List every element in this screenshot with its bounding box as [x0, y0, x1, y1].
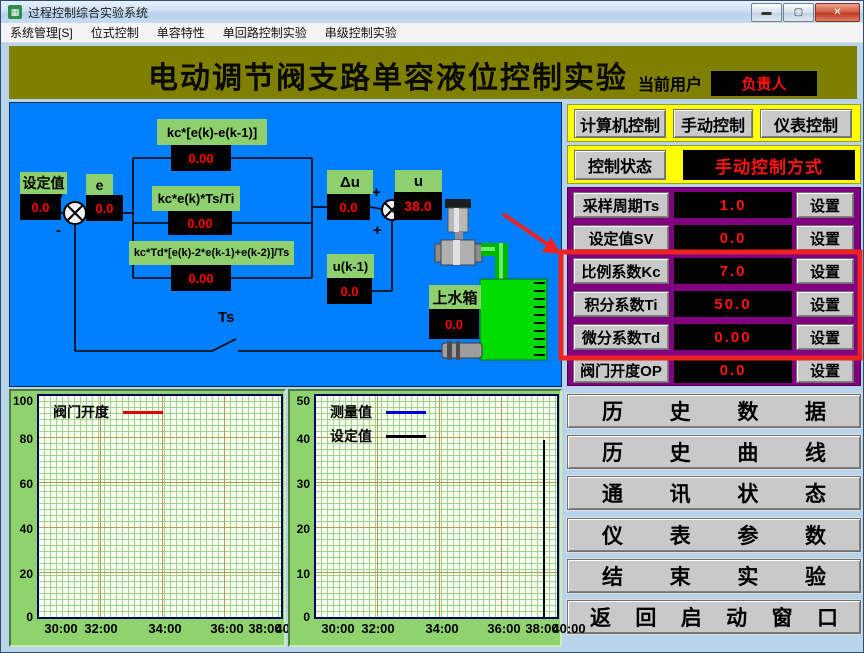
pid-block-label: kc*Td*[e(k)-2*e(k-1)+e(k-2)]/Ts	[129, 241, 294, 265]
pid-block-label: kc*e(k)*Ts/Ti	[152, 186, 240, 211]
history-curve-button[interactable]: 历史曲线	[567, 435, 861, 469]
menu-single-capacity[interactable]: 单容特性	[148, 22, 214, 43]
set-button-sv[interactable]: 设置	[796, 225, 854, 251]
control-status-value: 手动控制方式	[683, 150, 855, 180]
legend-measured-value: 测量值	[330, 402, 372, 422]
y-axis-right-chart: 50 40 30 20 10 0	[290, 394, 312, 619]
param-label-op: 阀门开度OP	[573, 357, 669, 383]
param-value-sv: 0.0	[674, 225, 792, 251]
control-block-diagram: + - + + 设定值 0.0 e 0.0 kc*[e(k)-e(k-1)] 0…	[9, 102, 562, 387]
close-icon[interactable]: ✕	[815, 3, 860, 22]
setpoint-trace	[543, 440, 545, 617]
return-start-window-button[interactable]: 返回启动窗口	[567, 600, 861, 634]
minus-sign: -	[56, 222, 61, 239]
computer-control-button[interactable]: 计算机控制	[574, 109, 666, 138]
app-window: ▦ 过程控制综合实验系统 ▬ ▢ ✕ 系统管理[S] 位式控制 单容特性 单回路…	[0, 0, 864, 653]
u-value: 38.0	[394, 192, 442, 220]
app-icon: ▦	[8, 5, 22, 19]
pid-block-value: 0.00	[171, 145, 231, 171]
delta-u-value: 0.0	[327, 194, 370, 220]
legend-line-red	[123, 411, 163, 414]
param-value-op: 0.0	[674, 357, 792, 383]
error-label: e	[86, 174, 113, 195]
param-value-ts: 1.0	[674, 192, 792, 218]
legend-valve-opening: 阀门开度	[53, 402, 109, 422]
menu-onoff-control[interactable]: 位式控制	[82, 22, 148, 43]
u-k1-value: 0.0	[327, 278, 372, 304]
pid-block-value: 0.00	[171, 265, 231, 291]
param-label-ti: 积分系数Ti	[573, 291, 669, 317]
legend-line-blue	[386, 411, 426, 414]
setpoint-value: 0.0	[20, 194, 61, 220]
legend-line-black	[386, 435, 426, 438]
param-label-td: 微分系数Td	[573, 324, 669, 350]
plus-sign: +	[373, 222, 382, 239]
history-data-button[interactable]: 历史数据	[567, 394, 861, 428]
u-label: u	[395, 170, 442, 192]
instrument-control-button[interactable]: 仪表控制	[760, 109, 852, 138]
menubar: 系统管理[S] 位式控制 单容特性 单回路控制实验 串级控制实验	[1, 23, 864, 43]
sensor-icon	[442, 341, 482, 360]
summing-junction-1	[64, 202, 86, 224]
set-button-td[interactable]: 设置	[796, 324, 854, 350]
manual-control-button[interactable]: 手动控制	[673, 109, 753, 138]
param-label-kc: 比例系数Kc	[573, 258, 669, 284]
communication-status-button[interactable]: 通讯状态	[567, 476, 861, 510]
control-status-panel: 控制状态 手动控制方式	[567, 145, 861, 184]
param-value-kc: 7.0	[674, 258, 792, 284]
current-user-label: 当前用户	[638, 71, 702, 95]
upper-tank-label: 上水箱	[429, 285, 481, 309]
param-label-ts: 采样周期Ts	[573, 192, 669, 218]
header-banner: 电动调节阀支路单容液位控制实验 当前用户 负责人	[9, 46, 857, 99]
valve-icon	[435, 199, 482, 265]
sample-switch-label: Ts	[218, 309, 234, 326]
end-experiment-button[interactable]: 结束实验	[567, 559, 861, 593]
param-value-td: 0.00	[674, 324, 792, 350]
set-button-kc[interactable]: 设置	[796, 258, 854, 284]
plus-sign: +	[372, 184, 381, 201]
set-button-ti[interactable]: 设置	[796, 291, 854, 317]
window-title: 过程控制综合实验系统	[28, 4, 148, 21]
u-k1-label: u(k-1)	[327, 254, 374, 278]
level-trend-chart: 测量值 设定值 50 40 30 20 10 0 30:00 32:00 34:…	[288, 389, 562, 647]
x-axis-left-chart: 30:00 32:00 34:00 36:00 38:00 40:00	[37, 621, 283, 641]
set-button-op[interactable]: 设置	[796, 357, 854, 383]
nav-panel: 历史数据 历史曲线 通讯状态 仪表参数 结束实验 返回启动窗口	[567, 394, 861, 634]
instrument-params-button[interactable]: 仪表参数	[567, 518, 861, 552]
control-status-button[interactable]: 控制状态	[574, 150, 666, 180]
tank-scale-icon	[534, 282, 545, 357]
setpoint-label: 设定值	[20, 172, 67, 194]
x-axis-right-chart: 30:00 32:00 34:00 36:00 38:00 40:00	[314, 621, 559, 641]
pid-block-value: 0.00	[168, 211, 232, 235]
param-label-sv: 设定值SV	[573, 225, 669, 251]
upper-tank-value: 0.0	[429, 309, 479, 339]
titlebar: ▦ 过程控制综合实验系统 ▬ ▢ ✕	[1, 1, 864, 24]
legend-set-value: 设定值	[330, 426, 372, 446]
minimize-icon[interactable]: ▬	[751, 3, 782, 22]
error-value: 0.0	[86, 195, 123, 221]
y-axis-left-chart: 100 80 60 40 20 0	[11, 394, 35, 619]
current-user-value: 负责人	[711, 71, 817, 96]
maximize-icon[interactable]: ▢	[783, 3, 814, 22]
menu-system[interactable]: 系统管理[S]	[1, 22, 82, 43]
valve-opening-chart: 阀门开度 100 80 60 40 20 0 30:00 32:00 34:00…	[9, 389, 286, 647]
menu-single-loop[interactable]: 单回路控制实验	[214, 22, 316, 43]
param-value-ti: 50.0	[674, 291, 792, 317]
valve-opening-plot: 阀门开度	[37, 394, 283, 619]
parameter-panel: 采样周期Ts 1.0 设置 设定值SV 0.0 设置 比例系数Kc 7.0 设置…	[567, 187, 861, 386]
menu-cascade[interactable]: 串级控制实验	[316, 22, 406, 43]
set-button-ts[interactable]: 设置	[796, 192, 854, 218]
level-trend-plot: 测量值 设定值	[314, 394, 559, 619]
delta-u-label: Δu	[327, 170, 373, 194]
control-mode-panel: 计算机控制 手动控制 仪表控制	[567, 104, 861, 142]
pid-block-label: kc*[e(k)-e(k-1)]	[157, 119, 267, 145]
